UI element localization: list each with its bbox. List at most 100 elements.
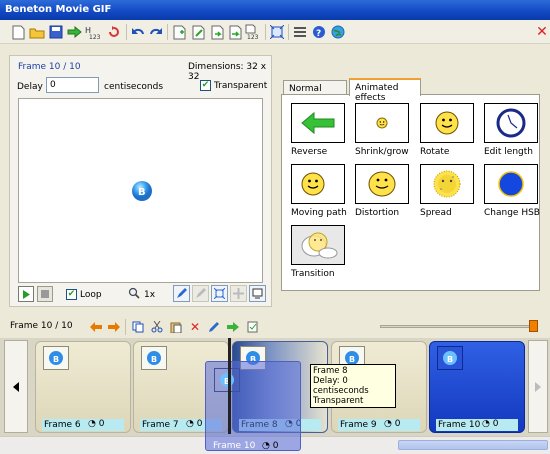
export-frame-arrow-icon[interactable] xyxy=(225,319,241,335)
effect-edit-length[interactable]: Edit length xyxy=(484,103,540,157)
effect-label: Rotate xyxy=(420,147,450,157)
edit-frame-icon[interactable] xyxy=(190,24,206,40)
effect-rotate[interactable]: Rotate xyxy=(420,103,476,157)
new-file-icon[interactable] xyxy=(10,24,26,40)
frame-label: Frame 6 xyxy=(42,419,124,431)
frame-label: Frame 9 xyxy=(338,419,420,431)
cut-icon[interactable] xyxy=(149,319,165,335)
frame-card[interactable]: B Frame 6 ◔ 0 xyxy=(35,341,131,433)
transparent-checkbox[interactable]: ✔ xyxy=(200,80,211,91)
dragged-frame-ghost: B Frame 10 ◔ 0 xyxy=(205,361,301,451)
move-tool-icon[interactable] xyxy=(230,285,247,302)
undo-icon[interactable] xyxy=(130,24,146,40)
export-icon[interactable] xyxy=(67,24,83,40)
tooltip-line: Delay: 0 centiseconds xyxy=(313,376,369,396)
resize-icon[interactable] xyxy=(269,24,285,40)
main-toolbar: H 123 123 ? ✕ xyxy=(0,20,550,44)
effect-reverse[interactable]: Reverse xyxy=(291,103,347,157)
delay-input[interactable] xyxy=(46,77,99,93)
effect-label: Reverse xyxy=(291,147,328,157)
help-icon[interactable]: ? xyxy=(311,24,327,40)
play-button[interactable] xyxy=(18,286,34,302)
svg-text:B: B xyxy=(151,355,157,364)
web-icon[interactable] xyxy=(330,24,346,40)
frame-delay-value: 0 xyxy=(98,419,105,429)
zoom-level: 1x xyxy=(144,290,156,300)
new-frame-icon[interactable] xyxy=(171,24,187,40)
pencil-tool-icon[interactable] xyxy=(173,285,190,302)
filmstrip-scrollbar-thumb[interactable] xyxy=(398,440,548,450)
zoom-slider-track[interactable] xyxy=(380,325,536,328)
move-right-icon[interactable] xyxy=(106,319,122,335)
zoom-slider-thumb[interactable] xyxy=(529,320,538,332)
paste-icon[interactable] xyxy=(168,319,184,335)
zoom-icon[interactable] xyxy=(128,287,140,302)
frame-label: Frame 10 xyxy=(436,419,518,431)
window-title: Beneton Movie GIF xyxy=(5,4,112,15)
frame-delay-value: 0 xyxy=(492,419,499,429)
open-folder-icon[interactable] xyxy=(29,24,45,40)
effect-label: Distortion xyxy=(355,208,400,218)
effect-transition[interactable]: Transition xyxy=(291,225,347,279)
insert-position-cursor xyxy=(228,338,231,434)
timer-icon: ◔ xyxy=(88,419,96,429)
edit-icon[interactable] xyxy=(206,319,222,335)
export-frame-icon[interactable] xyxy=(227,24,243,40)
scroll-right-button[interactable] xyxy=(528,340,548,433)
frame-thumbnail-ball-icon: B xyxy=(141,346,167,370)
green-arrow-left-icon xyxy=(291,103,345,143)
frame-properties-icon[interactable] xyxy=(244,319,260,335)
svg-text:?: ? xyxy=(316,29,321,39)
move-left-icon[interactable] xyxy=(88,319,104,335)
effect-label: Change HSB xyxy=(484,208,540,218)
copy-icon[interactable] xyxy=(130,319,146,335)
window-title-bar: Beneton Movie GIF xyxy=(0,0,550,20)
svg-text:B: B xyxy=(349,355,355,364)
effect-label: Shrink/grow xyxy=(355,147,409,157)
ghost-frame-label: Frame 10 xyxy=(213,441,256,451)
frame-card-selected[interactable]: B Frame 10 ◔ 0 xyxy=(429,341,525,433)
dimensions-label: Dimensions: 32 x 32 xyxy=(188,62,267,82)
effect-shrink-grow[interactable]: Shrink/grow xyxy=(355,103,411,157)
close-icon[interactable]: ✕ xyxy=(534,24,550,40)
brush-tool-icon[interactable] xyxy=(192,285,209,302)
loop-label: Loop xyxy=(80,290,102,300)
small-smiley-icon xyxy=(355,103,409,143)
frame-preview-panel: Frame 10 / 10 Dimensions: 32 x 32 Delay … xyxy=(9,55,272,307)
delete-icon[interactable]: ✕ xyxy=(187,319,203,335)
effect-moving-path[interactable]: Moving path xyxy=(291,164,347,218)
renumber-icon[interactable]: H 123 xyxy=(85,24,103,40)
import-frame-icon[interactable] xyxy=(209,24,225,40)
frames-toolbar: Frame 10 / 10 ✕ xyxy=(0,316,550,338)
properties-icon[interactable] xyxy=(292,24,308,40)
smiley-icon xyxy=(420,103,474,143)
frame-thumbnail-ball-icon: B xyxy=(43,346,69,370)
frame-delay-value: 0 xyxy=(196,419,203,429)
save-icon[interactable] xyxy=(48,24,64,40)
frame-delay: ◔ 0 xyxy=(88,419,104,429)
redo-icon[interactable] xyxy=(148,24,164,40)
animated-effects-panel: Reverse Shrink/grow Rotate Edit length M… xyxy=(281,94,540,291)
tooltip-line: Transparent xyxy=(313,396,364,406)
revert-icon[interactable] xyxy=(106,24,122,40)
svg-text:B: B xyxy=(53,355,59,364)
loop-checkbox[interactable]: ✔ xyxy=(66,289,77,300)
fit-tool-icon[interactable] xyxy=(211,285,228,302)
effect-change-hsb[interactable]: Change HSB xyxy=(484,164,540,218)
effect-label: Transition xyxy=(291,269,335,279)
frame-tooltip: Frame 8 Delay: 0 centiseconds Transparen… xyxy=(310,364,396,408)
screen-tool-icon[interactable] xyxy=(249,285,266,302)
tab-animated-effects[interactable]: Animated effects xyxy=(349,78,421,103)
scroll-left-button[interactable] xyxy=(4,340,28,433)
tooltip-line: Frame 8 xyxy=(313,366,348,376)
transition-icon xyxy=(291,225,345,265)
number-frames-icon[interactable]: 123 xyxy=(244,24,262,40)
effect-distortion[interactable]: Distortion xyxy=(355,164,411,218)
effect-label: Spread xyxy=(420,208,452,218)
effect-spread[interactable]: Spread xyxy=(420,164,476,218)
stop-button[interactable] xyxy=(37,286,53,302)
timer-icon: ◔ xyxy=(482,419,490,429)
frame-canvas[interactable]: B xyxy=(18,98,263,283)
effect-label: Moving path xyxy=(291,208,347,218)
frame-delay: ◔ 0 xyxy=(482,419,498,429)
